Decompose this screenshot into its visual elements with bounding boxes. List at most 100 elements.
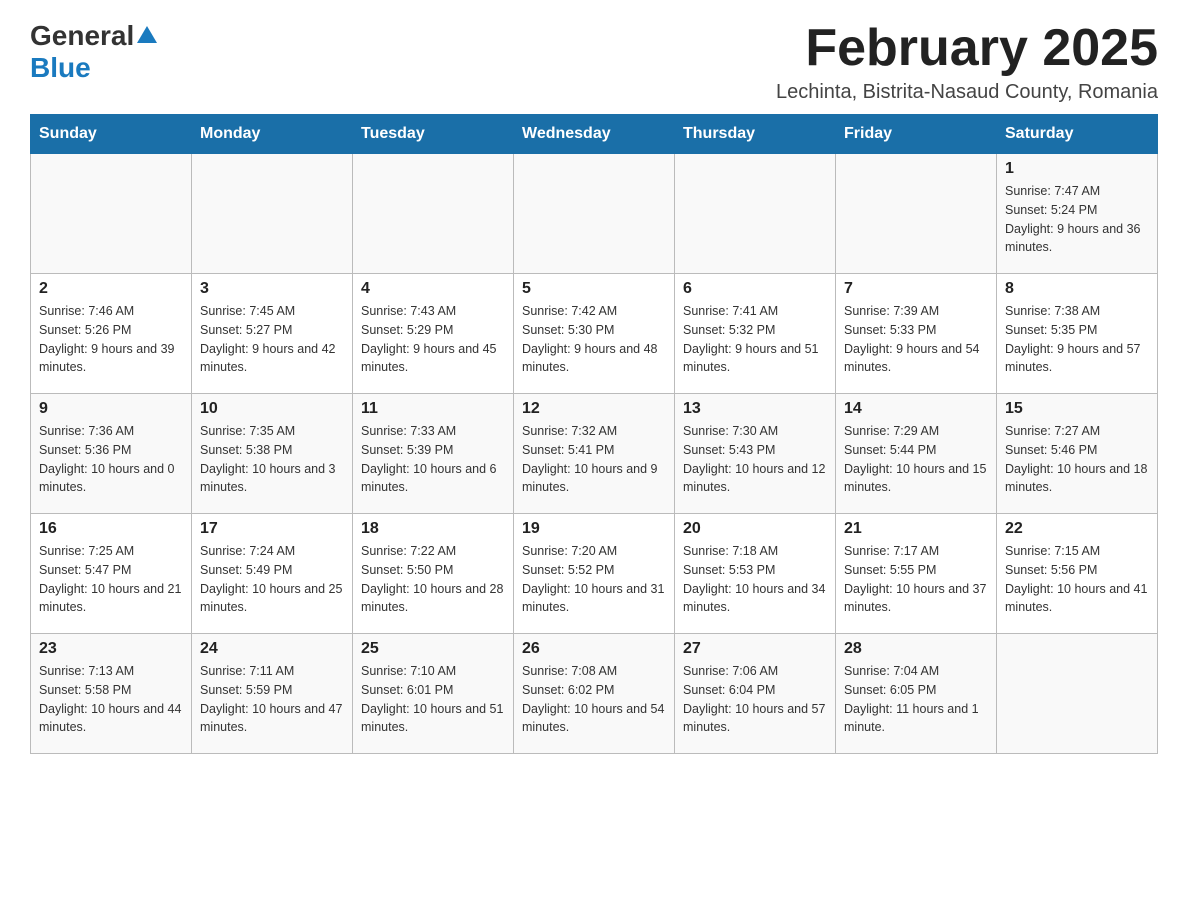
- calendar-cell: [514, 154, 675, 274]
- day-of-week-tuesday: Tuesday: [353, 115, 514, 154]
- calendar-cell: 22 Sunrise: 7:15 AMSunset: 5:56 PMDayligh…: [997, 514, 1158, 634]
- cell-sun-info: Sunrise: 7:35 AMSunset: 5:38 PMDaylight:…: [200, 422, 344, 497]
- cell-sun-info: Sunrise: 7:42 AMSunset: 5:30 PMDaylight:…: [522, 302, 666, 377]
- calendar-cell: [675, 154, 836, 274]
- calendar-header: SundayMondayTuesdayWednesdayThursdayFrid…: [31, 115, 1158, 154]
- cell-sun-info: Sunrise: 7:45 AMSunset: 5:27 PMDaylight:…: [200, 302, 344, 377]
- calendar-cell: 8 Sunrise: 7:38 AMSunset: 5:35 PMDaylight…: [997, 274, 1158, 394]
- cell-sun-info: Sunrise: 7:27 AMSunset: 5:46 PMDaylight:…: [1005, 422, 1149, 497]
- calendar-cell: 11 Sunrise: 7:33 AMSunset: 5:39 PMDayligh…: [353, 394, 514, 514]
- cell-day-number: 3: [200, 280, 344, 298]
- cell-sun-info: Sunrise: 7:39 AMSunset: 5:33 PMDaylight:…: [844, 302, 988, 377]
- calendar-cell: [997, 634, 1158, 754]
- cell-sun-info: Sunrise: 7:32 AMSunset: 5:41 PMDaylight:…: [522, 422, 666, 497]
- calendar-table: SundayMondayTuesdayWednesdayThursdayFrid…: [30, 114, 1158, 754]
- calendar-cell: [31, 154, 192, 274]
- cell-sun-info: Sunrise: 7:22 AMSunset: 5:50 PMDaylight:…: [361, 542, 505, 617]
- calendar-cell: [836, 154, 997, 274]
- cell-sun-info: Sunrise: 7:33 AMSunset: 5:39 PMDaylight:…: [361, 422, 505, 497]
- cell-day-number: 28: [844, 640, 988, 658]
- logo: General Blue: [30, 20, 158, 84]
- calendar-week-3: 9 Sunrise: 7:36 AMSunset: 5:36 PMDaylight…: [31, 394, 1158, 514]
- cell-day-number: 2: [39, 280, 183, 298]
- cell-sun-info: Sunrise: 7:18 AMSunset: 5:53 PMDaylight:…: [683, 542, 827, 617]
- cell-sun-info: Sunrise: 7:20 AMSunset: 5:52 PMDaylight:…: [522, 542, 666, 617]
- calendar-cell: 16 Sunrise: 7:25 AMSunset: 5:47 PMDayligh…: [31, 514, 192, 634]
- cell-day-number: 1: [1005, 160, 1149, 178]
- cell-sun-info: Sunrise: 7:11 AMSunset: 5:59 PMDaylight:…: [200, 662, 344, 737]
- cell-sun-info: Sunrise: 7:38 AMSunset: 5:35 PMDaylight:…: [1005, 302, 1149, 377]
- calendar-cell: 17Sunrise: 7:24 AMSunset: 5:49 PMDayligh…: [192, 514, 353, 634]
- calendar-cell: 2 Sunrise: 7:46 AMSunset: 5:26 PMDaylight…: [31, 274, 192, 394]
- calendar-week-2: 2 Sunrise: 7:46 AMSunset: 5:26 PMDaylight…: [31, 274, 1158, 394]
- cell-day-number: 23: [39, 640, 183, 658]
- cell-day-number: 10: [200, 400, 344, 418]
- calendar-week-4: 16 Sunrise: 7:25 AMSunset: 5:47 PMDayligh…: [31, 514, 1158, 634]
- calendar-cell: 14Sunrise: 7:29 AMSunset: 5:44 PMDayligh…: [836, 394, 997, 514]
- calendar-cell: 25 Sunrise: 7:10 AMSunset: 6:01 PMDayligh…: [353, 634, 514, 754]
- calendar-week-5: 23 Sunrise: 7:13 AMSunset: 5:58 PMDayligh…: [31, 634, 1158, 754]
- cell-day-number: 25: [361, 640, 505, 658]
- calendar-cell: 13 Sunrise: 7:30 AMSunset: 5:43 PMDayligh…: [675, 394, 836, 514]
- cell-sun-info: Sunrise: 7:43 AMSunset: 5:29 PMDaylight:…: [361, 302, 505, 377]
- cell-sun-info: Sunrise: 7:17 AMSunset: 5:55 PMDaylight:…: [844, 542, 988, 617]
- cell-sun-info: Sunrise: 7:41 AMSunset: 5:32 PMDaylight:…: [683, 302, 827, 377]
- calendar-cell: 3 Sunrise: 7:45 AMSunset: 5:27 PMDaylight…: [192, 274, 353, 394]
- cell-day-number: 4: [361, 280, 505, 298]
- cell-sun-info: Sunrise: 7:30 AMSunset: 5:43 PMDaylight:…: [683, 422, 827, 497]
- day-of-week-saturday: Saturday: [997, 115, 1158, 154]
- calendar-cell: 15 Sunrise: 7:27 AMSunset: 5:46 PMDayligh…: [997, 394, 1158, 514]
- day-of-week-friday: Friday: [836, 115, 997, 154]
- logo-general-text: General: [30, 20, 134, 52]
- day-of-week-monday: Monday: [192, 115, 353, 154]
- calendar-cell: 12Sunrise: 7:32 AMSunset: 5:41 PMDayligh…: [514, 394, 675, 514]
- cell-day-number: 21: [844, 520, 988, 538]
- cell-sun-info: Sunrise: 7:46 AMSunset: 5:26 PMDaylight:…: [39, 302, 183, 377]
- cell-sun-info: Sunrise: 7:10 AMSunset: 6:01 PMDaylight:…: [361, 662, 505, 737]
- cell-day-number: 6: [683, 280, 827, 298]
- calendar-cell: 26Sunrise: 7:08 AMSunset: 6:02 PMDayligh…: [514, 634, 675, 754]
- calendar-cell: 28 Sunrise: 7:04 AMSunset: 6:05 PMDayligh…: [836, 634, 997, 754]
- cell-sun-info: Sunrise: 7:15 AMSunset: 5:56 PMDaylight:…: [1005, 542, 1149, 617]
- cell-day-number: 24: [200, 640, 344, 658]
- calendar-cell: [353, 154, 514, 274]
- calendar-cell: 24 Sunrise: 7:11 AMSunset: 5:59 PMDayligh…: [192, 634, 353, 754]
- cell-sun-info: Sunrise: 7:25 AMSunset: 5:47 PMDaylight:…: [39, 542, 183, 617]
- cell-day-number: 16: [39, 520, 183, 538]
- calendar-cell: 7 Sunrise: 7:39 AMSunset: 5:33 PMDaylight…: [836, 274, 997, 394]
- cell-sun-info: Sunrise: 7:13 AMSunset: 5:58 PMDaylight:…: [39, 662, 183, 737]
- cell-sun-info: Sunrise: 7:29 AMSunset: 5:44 PMDaylight:…: [844, 422, 988, 497]
- cell-sun-info: Sunrise: 7:36 AMSunset: 5:36 PMDaylight:…: [39, 422, 183, 497]
- day-of-week-thursday: Thursday: [675, 115, 836, 154]
- page-header: General Blue February 2025 Lechinta, Bis…: [30, 20, 1158, 104]
- calendar-cell: 27Sunrise: 7:06 AMSunset: 6:04 PMDayligh…: [675, 634, 836, 754]
- cell-day-number: 7: [844, 280, 988, 298]
- calendar-cell: 9 Sunrise: 7:36 AMSunset: 5:36 PMDaylight…: [31, 394, 192, 514]
- cell-sun-info: Sunrise: 7:47 AMSunset: 5:24 PMDaylight:…: [1005, 182, 1149, 257]
- cell-day-number: 15: [1005, 400, 1149, 418]
- cell-sun-info: Sunrise: 7:04 AMSunset: 6:05 PMDaylight:…: [844, 662, 988, 737]
- cell-day-number: 22: [1005, 520, 1149, 538]
- cell-day-number: 19: [522, 520, 666, 538]
- day-of-week-sunday: Sunday: [31, 115, 192, 154]
- cell-day-number: 13: [683, 400, 827, 418]
- month-title: February 2025: [776, 20, 1158, 77]
- calendar-cell: 10 Sunrise: 7:35 AMSunset: 5:38 PMDayligh…: [192, 394, 353, 514]
- cell-day-number: 20: [683, 520, 827, 538]
- calendar-cell: 23 Sunrise: 7:13 AMSunset: 5:58 PMDayligh…: [31, 634, 192, 754]
- calendar-cell: 19 Sunrise: 7:20 AMSunset: 5:52 PMDayligh…: [514, 514, 675, 634]
- cell-day-number: 5: [522, 280, 666, 298]
- cell-day-number: 8: [1005, 280, 1149, 298]
- title-block: February 2025 Lechinta, Bistrita-Nasaud …: [776, 20, 1158, 104]
- cell-day-number: 18: [361, 520, 505, 538]
- cell-day-number: 27: [683, 640, 827, 658]
- days-of-week-row: SundayMondayTuesdayWednesdayThursdayFrid…: [31, 115, 1158, 154]
- calendar-week-1: 1 Sunrise: 7:47 AMSunset: 5:24 PMDaylight…: [31, 154, 1158, 274]
- cell-day-number: 11: [361, 400, 505, 418]
- cell-day-number: 17: [200, 520, 344, 538]
- logo-blue-text: Blue: [30, 52, 91, 84]
- logo-triangle-icon: [136, 25, 158, 45]
- cell-day-number: 9: [39, 400, 183, 418]
- calendar-cell: 5 Sunrise: 7:42 AMSunset: 5:30 PMDaylight…: [514, 274, 675, 394]
- calendar-cell: 21 Sunrise: 7:17 AMSunset: 5:55 PMDayligh…: [836, 514, 997, 634]
